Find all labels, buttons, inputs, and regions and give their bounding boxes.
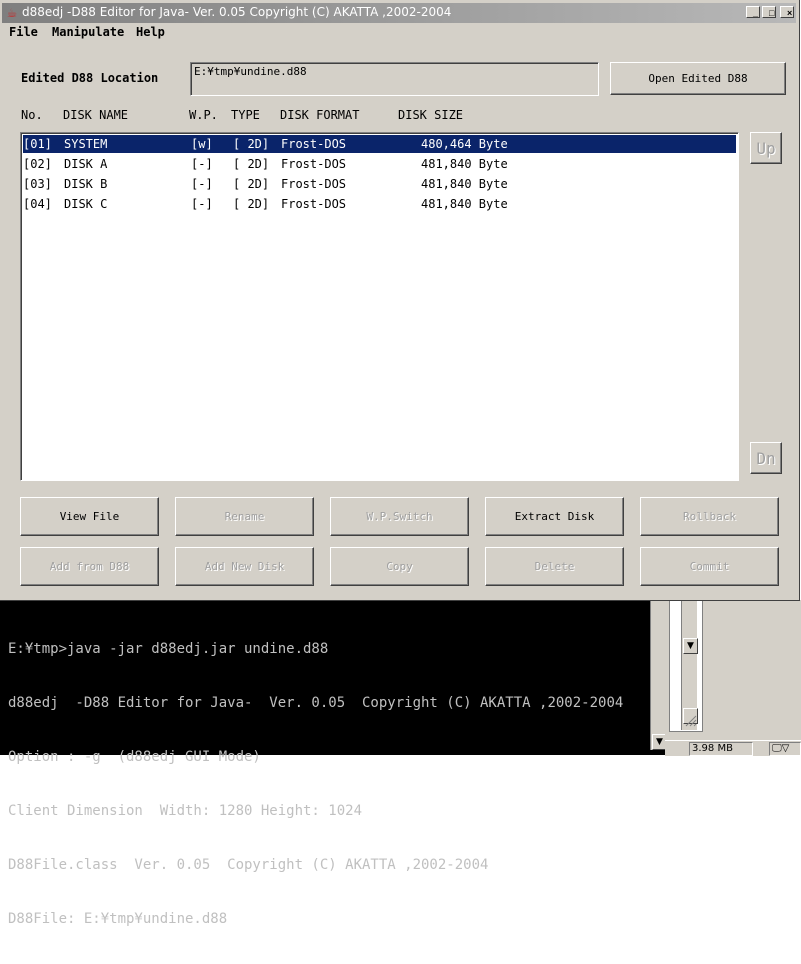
disk-size: 481,840 Byte xyxy=(421,157,508,171)
disk-name: DISK C xyxy=(64,197,108,211)
disk-size: 481,840 Byte xyxy=(421,197,508,211)
column-header-format: DISK FORMAT xyxy=(280,108,360,122)
rename-button[interactable]: Rename xyxy=(175,497,314,536)
delete-button[interactable]: Delete xyxy=(485,547,624,586)
add-new-disk-button[interactable]: Add New Disk xyxy=(175,547,314,586)
view-file-button[interactable]: View File xyxy=(20,497,159,536)
menu-file[interactable]: File xyxy=(9,25,38,39)
console-line: d88edj -D88 Editor for Java- Ver. 0.05 C… xyxy=(8,695,624,711)
extract-disk-button[interactable]: Extract Disk xyxy=(485,497,624,536)
console-line: D88File: E:¥tmp¥undine.d88 xyxy=(8,911,228,927)
location-value: E:¥tmp¥undine.d88 xyxy=(194,65,307,78)
add-from-d88-button[interactable]: Add from D88 xyxy=(20,547,159,586)
commit-button[interactable]: Commit xyxy=(640,547,779,586)
move-up-button[interactable]: Up xyxy=(750,132,782,164)
console-scrollbar[interactable]: ▼ xyxy=(650,600,667,750)
disk-type: [ 2D] xyxy=(233,137,270,151)
main-window: ☕ d88edj -D88 Editor for Java- Ver. 0.05… xyxy=(0,0,800,601)
disk-wp: [-] xyxy=(191,157,213,171)
disk-no: [04] xyxy=(23,197,52,211)
list-item[interactable]: [04] DISK C [-] [ 2D] Frost-DOS 481,840 … xyxy=(23,195,736,213)
disk-format: Frost-DOS xyxy=(281,157,347,171)
console-line: E:¥tmp>java -jar d88edj.jar undine.d88 xyxy=(8,641,329,657)
menu-help[interactable]: Help xyxy=(136,25,165,39)
column-header-wp: W.P. xyxy=(189,108,218,122)
background-window: ▼ xyxy=(665,600,801,740)
disk-size: 481,840 Byte xyxy=(421,177,508,191)
disk-type: [ 2D] xyxy=(233,157,270,171)
console-line: Client Dimension Width: 1280 Height: 102… xyxy=(8,803,363,819)
disk-format: Frost-DOS xyxy=(281,197,347,211)
java-icon: ☕ xyxy=(6,6,18,20)
column-headers: No. DISK NAME W.P. TYPE DISK FORMAT DISK… xyxy=(0,108,800,126)
location-field[interactable]: E:¥tmp¥undine.d88 xyxy=(190,62,599,96)
title-bar[interactable]: ☕ d88edj -D88 Editor for Java- Ver. 0.05… xyxy=(2,3,796,23)
move-down-button[interactable]: Dn xyxy=(750,442,782,474)
column-header-type: TYPE xyxy=(231,108,260,122)
console-line: Option : -g (d88edj GUI Mode) xyxy=(8,749,261,765)
list-item[interactable]: [03] DISK B [-] [ 2D] Frost-DOS 481,840 … xyxy=(23,175,736,193)
close-button[interactable]: × xyxy=(780,6,794,18)
disk-list[interactable]: [01] SYSTEM [w] [ 2D] Frost-DOS 480,464 … xyxy=(20,132,739,481)
disk-name: DISK B xyxy=(64,177,108,191)
list-item[interactable]: [02] DISK A [-] [ 2D] Frost-DOS 481,840 … xyxy=(23,155,736,173)
list-item[interactable]: [01] SYSTEM [w] [ 2D] Frost-DOS 480,464 … xyxy=(23,135,736,153)
resize-grip-icon[interactable] xyxy=(685,712,697,727)
disk-name: DISK A xyxy=(64,157,108,171)
disk-format: Frost-DOS xyxy=(281,137,347,151)
menu-manipulate[interactable]: Manipulate xyxy=(52,25,124,39)
column-header-name: DISK NAME xyxy=(63,108,129,122)
scroll-down-icon[interactable]: ▼ xyxy=(683,638,698,654)
disk-type: [ 2D] xyxy=(233,177,270,191)
disk-size: 480,464 Byte xyxy=(421,137,508,151)
disk-wp: [-] xyxy=(191,177,213,191)
column-header-no: No. xyxy=(21,108,43,122)
open-d88-button[interactable]: Open Edited D88 xyxy=(610,62,786,95)
rollback-button[interactable]: Rollback xyxy=(640,497,779,536)
maximize-button[interactable]: □ xyxy=(762,6,776,18)
disk-no: [02] xyxy=(23,157,52,171)
minimize-button[interactable]: _ xyxy=(746,6,760,18)
disk-no: [01] xyxy=(23,137,52,151)
console-output: E:¥tmp>java -jar d88edj.jar undine.d88 d… xyxy=(8,604,623,964)
disk-wp: [-] xyxy=(191,197,213,211)
background-scrollbar[interactable]: ▼ xyxy=(681,600,698,730)
monitor-icon[interactable]: 🖵▽ xyxy=(769,742,801,756)
disk-type: [ 2D] xyxy=(233,197,270,211)
disk-no: [03] xyxy=(23,177,52,191)
menu-bar: File Manipulate Help xyxy=(2,24,796,42)
disk-name: SYSTEM xyxy=(64,137,108,151)
location-label: Edited D88 Location xyxy=(21,71,159,85)
copy-button[interactable]: Copy xyxy=(330,547,469,586)
disk-format: Frost-DOS xyxy=(281,177,347,191)
window-title: d88edj -D88 Editor for Java- Ver. 0.05 C… xyxy=(22,5,452,19)
wp-switch-button[interactable]: W.P.Switch xyxy=(330,497,469,536)
memory-size: 3.98 MB xyxy=(689,742,753,756)
console-line: D88File.class Ver. 0.05 Copyright (C) AK… xyxy=(8,857,489,873)
status-strip: 3.98 MB 🖵▽ xyxy=(665,740,801,756)
console-window: E:¥tmp>java -jar d88edj.jar undine.d88 d… xyxy=(0,600,667,927)
disk-wp: [w] xyxy=(191,137,213,151)
column-header-size: DISK SIZE xyxy=(398,108,464,122)
